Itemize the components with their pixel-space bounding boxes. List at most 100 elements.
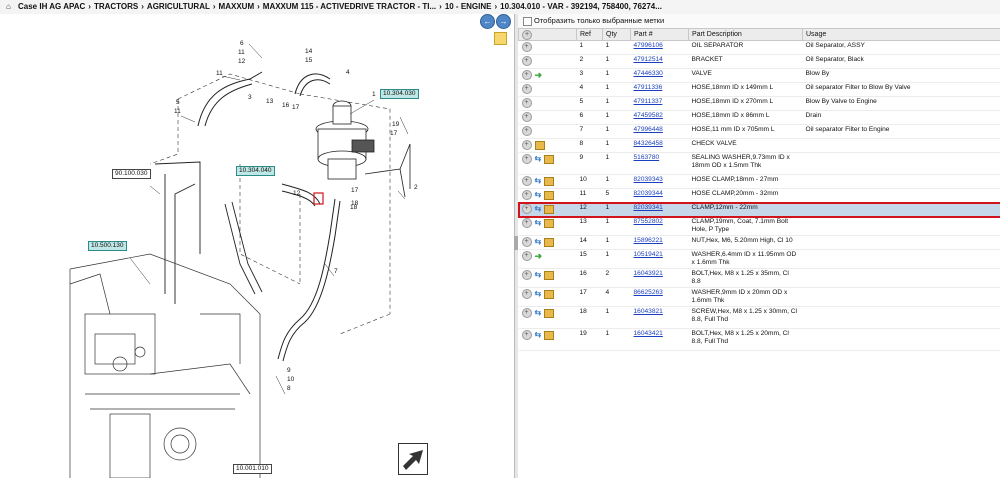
package-icon[interactable] bbox=[544, 154, 555, 164]
row-part-number[interactable]: 47911337 bbox=[630, 96, 689, 111]
package-icon[interactable] bbox=[544, 237, 555, 247]
row-part-number[interactable]: 16043421 bbox=[630, 328, 689, 351]
substitute-icon[interactable]: ⇆ bbox=[535, 309, 542, 317]
callout-ref[interactable]: 90.100.030 bbox=[112, 169, 151, 179]
table-row[interactable]: + ⇆ 13 1 87552802 CLAMP,19mm, Coat, 7.1mm Bol… bbox=[518, 216, 1000, 236]
add-to-cart-icon[interactable]: + bbox=[521, 237, 532, 247]
breadcrumb-item[interactable]: 10 - ENGINE bbox=[445, 2, 492, 11]
part-link[interactable]: 87552802 bbox=[634, 218, 663, 225]
add-to-cart-icon[interactable]: + bbox=[521, 218, 532, 228]
package-icon[interactable] bbox=[544, 218, 555, 228]
part-link[interactable]: 47911336 bbox=[634, 84, 663, 91]
package-icon[interactable] bbox=[544, 270, 555, 280]
home-icon[interactable]: ⌂ bbox=[6, 2, 11, 11]
header-ref[interactable]: Ref bbox=[576, 28, 603, 41]
table-row[interactable]: +6 1 47459582 HOSE,18mm ID x 86mm L Drain bbox=[518, 110, 1000, 125]
table-row[interactable]: + ⇆ 19 1 16043421 BOLT,Hex, M8 x 1.25 x 20mm,… bbox=[518, 328, 1000, 351]
row-part-number[interactable]: 47911336 bbox=[630, 82, 689, 97]
add-to-cart-icon[interactable]: + bbox=[521, 42, 532, 52]
add-to-cart-icon[interactable]: + bbox=[521, 190, 532, 200]
row-part-number[interactable]: 5163780 bbox=[630, 152, 689, 175]
package-icon[interactable] bbox=[544, 330, 555, 340]
substitute-icon[interactable]: ⇆ bbox=[535, 177, 542, 185]
part-link[interactable]: 84326458 bbox=[634, 140, 663, 147]
row-part-number[interactable]: 47912514 bbox=[630, 54, 689, 69]
package-icon[interactable] bbox=[534, 140, 545, 150]
package-icon[interactable] bbox=[544, 190, 555, 200]
navigate-arrow-icon[interactable] bbox=[398, 443, 428, 475]
row-part-number[interactable]: 82039343 bbox=[630, 174, 689, 189]
part-link[interactable]: 5163780 bbox=[634, 154, 660, 161]
callout-ref[interactable]: 10.304.040 bbox=[236, 166, 275, 176]
substitute-icon[interactable]: ⇆ bbox=[535, 205, 542, 213]
package-icon[interactable] bbox=[544, 289, 555, 299]
callout-ref[interactable]: 10.500.130 bbox=[88, 241, 127, 251]
part-link[interactable]: 47996106 bbox=[634, 42, 663, 49]
row-part-number[interactable]: 16043821 bbox=[630, 306, 689, 329]
row-part-number[interactable]: 47459582 bbox=[630, 110, 689, 125]
header-usage[interactable]: Usage bbox=[802, 28, 1000, 41]
part-link[interactable]: 82039341 bbox=[634, 204, 663, 211]
row-part-number[interactable]: 47446330 bbox=[630, 68, 689, 83]
row-part-number[interactable]: 47996448 bbox=[630, 124, 689, 139]
replaced-arrow-icon[interactable]: ➜ bbox=[535, 71, 543, 80]
table-row[interactable]: +5 1 47911337 HOSE,18mm ID x 270mm L Blow By… bbox=[518, 96, 1000, 111]
substitute-icon[interactable]: ⇆ bbox=[535, 290, 542, 298]
package-icon[interactable] bbox=[544, 204, 555, 214]
header-description[interactable]: Part Description bbox=[688, 28, 803, 41]
row-part-number[interactable]: 47996106 bbox=[630, 40, 689, 55]
row-part-number[interactable]: 82039341 bbox=[630, 202, 689, 217]
add-to-cart-icon[interactable]: + bbox=[521, 126, 532, 136]
substitute-icon[interactable]: ⇆ bbox=[535, 219, 542, 227]
part-link[interactable]: 47446330 bbox=[634, 70, 663, 77]
add-to-cart-icon[interactable]: + bbox=[521, 289, 532, 299]
breadcrumb-item[interactable]: MAXXUM bbox=[219, 2, 255, 11]
part-link[interactable]: 82039343 bbox=[634, 176, 663, 183]
row-part-number[interactable]: 82039344 bbox=[630, 188, 689, 203]
row-part-number[interactable]: 87552802 bbox=[630, 216, 689, 236]
part-link[interactable]: 86625263 bbox=[634, 289, 663, 296]
table-row[interactable]: +7 1 47996448 HOSE,11 mm ID x 705mm L Oil se… bbox=[518, 124, 1000, 139]
table-row[interactable]: + ⇆ 17 4 86625263 WASHER,9mm ID x 20mm OD x 1… bbox=[518, 287, 1000, 307]
add-to-cart-icon[interactable]: + bbox=[521, 70, 532, 80]
table-row[interactable]: +2 1 47912514 BRACKET Oil Separator, Black bbox=[518, 54, 1000, 69]
substitute-icon[interactable]: ⇆ bbox=[535, 238, 542, 246]
add-to-cart-icon[interactable]: + bbox=[521, 308, 532, 318]
breadcrumb-item[interactable]: MAXXUM 115 - ACTIVEDRIVE TRACTOR - TI... bbox=[263, 2, 436, 11]
row-part-number[interactable]: 84326458 bbox=[630, 138, 689, 153]
table-row[interactable]: + ⇆ 12 1 82039341 CLAMP,12mm - 22mm bbox=[517, 201, 1000, 218]
part-link[interactable]: 47996448 bbox=[634, 126, 663, 133]
breadcrumb-item[interactable]: Case IH AG APAC bbox=[18, 2, 85, 11]
add-to-cart-icon[interactable]: + bbox=[521, 251, 532, 261]
add-to-cart-icon[interactable]: + bbox=[521, 204, 532, 214]
substitute-icon[interactable]: ⇆ bbox=[535, 331, 542, 339]
table-row[interactable]: + ⇆ 14 1 15896221 NUT,Hex, M6, 5.20mm High, C… bbox=[518, 235, 1000, 250]
table-row[interactable]: + ➜ 3 1 47446330 VALVE Blow By bbox=[518, 68, 1000, 83]
row-part-number[interactable]: 15896221 bbox=[630, 235, 689, 250]
callout-ref[interactable]: 10.001.010 bbox=[233, 464, 272, 474]
part-link[interactable]: 16043821 bbox=[634, 308, 663, 315]
add-to-cart-icon[interactable]: + bbox=[521, 270, 532, 280]
breadcrumb-item[interactable]: TRACTORS bbox=[94, 2, 138, 11]
table-row[interactable]: +4 1 47911336 HOSE,18mm ID x 149mm L Oil sep… bbox=[518, 82, 1000, 97]
add-to-cart-icon[interactable]: + bbox=[521, 84, 532, 94]
table-row[interactable]: + ⇆ 16 2 16043921 BOLT,Hex, M8 x 1.25 x 35mm,… bbox=[518, 268, 1000, 288]
part-link[interactable]: 47911337 bbox=[634, 98, 663, 105]
breadcrumb-item[interactable]: AGRICULTURAL bbox=[147, 2, 210, 11]
part-link[interactable]: 82039344 bbox=[634, 190, 663, 197]
part-link[interactable]: 16043921 bbox=[634, 270, 663, 277]
header-part[interactable]: Part # bbox=[630, 28, 689, 41]
callout-ref[interactable]: 10.304.030 bbox=[380, 89, 419, 99]
substitute-icon[interactable]: ⇆ bbox=[535, 155, 542, 163]
substitute-icon[interactable]: ⇆ bbox=[535, 271, 542, 279]
table-row[interactable]: +1 1 47996106 OIL SEPARATOR Oil Separator, A… bbox=[518, 40, 1000, 55]
add-to-cart-icon[interactable]: + bbox=[521, 176, 532, 186]
add-to-cart-icon[interactable]: + bbox=[521, 98, 532, 108]
add-to-cart-icon[interactable]: + bbox=[521, 56, 532, 66]
table-row[interactable]: + ⇆ 10 1 82039343 HOSE CLAMP,18mm - 27mm bbox=[518, 174, 1000, 189]
part-link[interactable]: 16043421 bbox=[634, 330, 663, 337]
selected-part-marker[interactable] bbox=[313, 192, 324, 205]
row-part-number[interactable]: 86625263 bbox=[630, 287, 689, 307]
add-to-cart-icon[interactable]: + bbox=[521, 154, 532, 164]
table-row[interactable]: + ➜ 15 1 10519421 WASHER,6.4mm ID x 11.95mm O… bbox=[518, 249, 1000, 269]
